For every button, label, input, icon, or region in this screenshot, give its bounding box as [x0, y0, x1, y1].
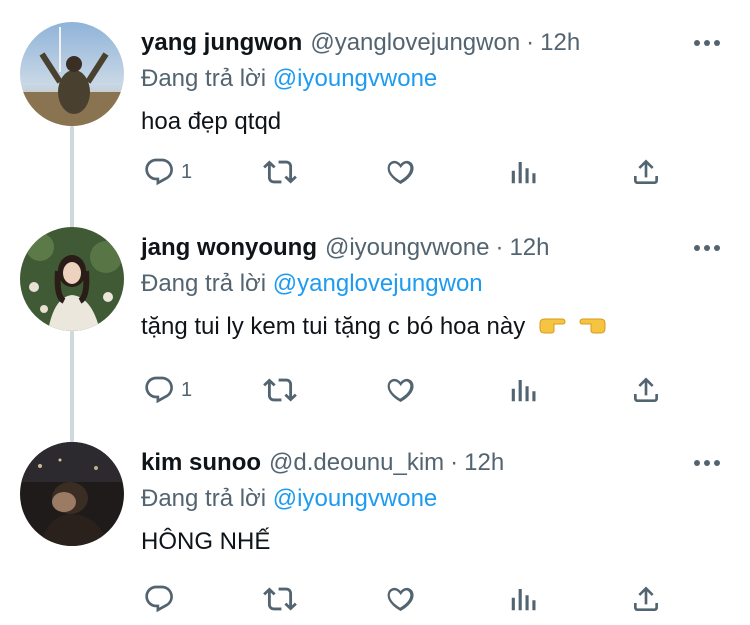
backhand-index-pointing-right-icon: [538, 311, 566, 345]
analytics-icon: [511, 162, 536, 184]
tweet[interactable]: jang wonyoung @iyoungvwone · 12h Đang tr…: [0, 227, 750, 417]
action-bar: [0, 579, 750, 619]
timestamp[interactable]: 12h: [509, 231, 549, 265]
tweet-text: hoa đẹp qtqd: [141, 108, 282, 135]
replying-to: Đang trả lời @iyoungvwone: [141, 62, 437, 96]
tweet[interactable]: yang jungwon @yanglovejungwon · 12h Đang…: [0, 22, 750, 202]
reply-icon: [145, 585, 173, 613]
timestamp[interactable]: 12h: [464, 446, 504, 480]
author-name[interactable]: kim sunoo: [141, 446, 261, 480]
retweet-icon: [263, 587, 297, 611]
reply-icon: [145, 376, 173, 404]
more-icon[interactable]: [692, 448, 722, 478]
share-icon: [634, 377, 658, 402]
author-handle[interactable]: @yanglovejungwon: [310, 26, 520, 60]
more-icon[interactable]: [692, 28, 722, 58]
analytics-button[interactable]: [508, 579, 538, 619]
separator: ·: [450, 449, 459, 476]
author-handle[interactable]: @d.deounu_kim: [269, 446, 444, 480]
replying-to: Đang trả lời @yanglovejungwon: [141, 267, 483, 301]
tweet-text-container: tặng tui ly kem tui tặng c bó hoa này: [141, 310, 607, 345]
retweet-icon: [263, 378, 297, 402]
retweet-button[interactable]: [263, 152, 297, 192]
author-name[interactable]: jang wonyoung: [141, 231, 317, 265]
mention-link[interactable]: @iyoungvwone: [273, 65, 437, 92]
replying-to: Đang trả lời @iyoungvwone: [141, 482, 437, 516]
share-icon: [634, 159, 658, 184]
like-icon: [387, 378, 414, 402]
analytics-button[interactable]: [508, 370, 538, 410]
tweet-text: tặng tui ly kem tui tặng c bó hoa này: [141, 313, 526, 340]
separator: ·: [526, 29, 535, 56]
mention-link[interactable]: @yanglovejungwon: [273, 270, 483, 297]
avatar[interactable]: [20, 227, 124, 331]
reply-icon: [145, 158, 173, 186]
separator: ·: [495, 234, 504, 261]
author-handle[interactable]: @iyoungvwone: [325, 231, 489, 265]
action-bar: 1: [0, 152, 750, 192]
tweet[interactable]: kim sunoo @d.deounu_kim · 12h Đang trả l…: [0, 442, 750, 622]
analytics-button[interactable]: [508, 152, 538, 192]
mention-link[interactable]: @iyoungvwone: [273, 485, 437, 512]
like-button[interactable]: [385, 370, 417, 410]
retweet-icon: [263, 160, 297, 184]
tweet-text: HÔNG NHẾ: [141, 528, 271, 555]
more-icon[interactable]: [692, 233, 722, 263]
reply-count: 1: [181, 378, 193, 401]
share-button[interactable]: [630, 579, 662, 619]
replying-prefix: Đang trả lời: [141, 65, 267, 92]
analytics-icon: [511, 589, 536, 611]
like-button[interactable]: [385, 152, 417, 192]
replying-prefix: Đang trả lời: [141, 485, 267, 512]
share-button[interactable]: [630, 370, 662, 410]
reply-count: 1: [181, 160, 193, 183]
reply-button[interactable]: 1: [143, 370, 192, 410]
share-button[interactable]: [630, 152, 662, 192]
retweet-button[interactable]: [263, 579, 297, 619]
reply-button[interactable]: [143, 579, 181, 619]
reply-button[interactable]: 1: [143, 152, 192, 192]
like-button[interactable]: [385, 579, 417, 619]
timestamp[interactable]: 12h: [540, 26, 580, 60]
analytics-icon: [511, 380, 536, 402]
avatar[interactable]: [20, 22, 124, 126]
replying-prefix: Đang trả lời: [141, 270, 267, 297]
backhand-index-pointing-left-icon: [579, 311, 607, 345]
author-name[interactable]: yang jungwon: [141, 26, 302, 60]
like-icon: [387, 160, 414, 184]
share-icon: [634, 586, 658, 611]
like-icon: [387, 587, 414, 611]
avatar[interactable]: [20, 442, 124, 546]
action-bar: 1: [0, 370, 750, 410]
retweet-button[interactable]: [263, 370, 297, 410]
